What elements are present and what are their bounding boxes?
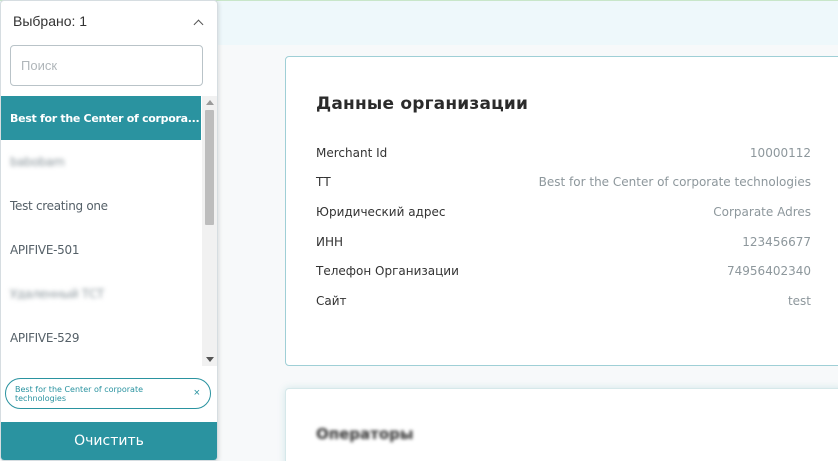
- org-row-value: test: [787, 294, 811, 308]
- org-row-label: Телефон Организации: [316, 264, 459, 278]
- org-row-website: Сайт test: [316, 292, 811, 310]
- org-row-label: ТТ: [316, 175, 331, 189]
- multiselect-header[interactable]: Выбрано: 1: [1, 1, 217, 41]
- org-row-value: Best for the Center of corporate technol…: [538, 175, 811, 189]
- options-list: Best for the Center of corpora... baboba…: [1, 96, 201, 366]
- org-row-value: 74956402340: [727, 264, 811, 278]
- list-item[interactable]: babobam: [1, 140, 201, 184]
- list-item[interactable]: APIFIVE-501: [1, 228, 201, 272]
- organization-card-title: Данные организации: [316, 94, 529, 114]
- clear-button[interactable]: Очистить: [1, 422, 217, 460]
- selected-chip: Best for the Center of corporate technol…: [5, 378, 211, 409]
- operators-card: Операторы: [285, 388, 838, 461]
- org-row-label: Юридический адрес: [316, 205, 446, 219]
- org-row-value: 10000112: [749, 146, 811, 160]
- org-row-legal-address: Юридический адрес Corparate Adres: [316, 203, 811, 221]
- search-input[interactable]: [10, 45, 203, 86]
- scrollbar-thumb[interactable]: [205, 110, 214, 225]
- list-item[interactable]: Test creating one: [1, 184, 201, 228]
- org-row-label: ИНН: [316, 235, 344, 249]
- org-row-phone: Телефон Организации 74956402340: [316, 262, 811, 280]
- selected-count-label: Выбрано: 1: [13, 13, 88, 29]
- list-item[interactable]: Удаленный ТСТ: [1, 272, 201, 316]
- org-row-tt: ТТ Best for the Center of corporate tech…: [316, 173, 811, 191]
- org-row-label: Merchant Id: [316, 146, 388, 160]
- org-row-value: Corparate Adres: [713, 205, 811, 219]
- close-icon[interactable]: ×: [194, 388, 200, 399]
- scroll-up-arrow-icon[interactable]: [206, 100, 214, 105]
- org-row-merchant-id: Merchant Id 10000112: [316, 144, 811, 162]
- org-row-label: Сайт: [316, 294, 347, 308]
- selected-chip-label: Best for the Center of corporate technol…: [15, 384, 143, 403]
- org-row-value: 123456677: [742, 235, 811, 249]
- organization-card: Данные организации Merchant Id 10000112 …: [285, 56, 838, 366]
- organization-multiselect[interactable]: Выбрано: 1 Best for the Center of corpor…: [0, 0, 218, 461]
- list-item[interactable]: APIFIVE-529: [1, 316, 201, 360]
- scroll-down-arrow-icon[interactable]: [206, 357, 214, 362]
- list-item[interactable]: Best for the Center of corpora...: [1, 96, 201, 140]
- chevron-up-icon[interactable]: [194, 20, 203, 29]
- list-scrollbar[interactable]: [202, 96, 217, 366]
- operators-card-title: Операторы: [316, 425, 414, 443]
- org-row-inn: ИНН 123456677: [316, 233, 811, 251]
